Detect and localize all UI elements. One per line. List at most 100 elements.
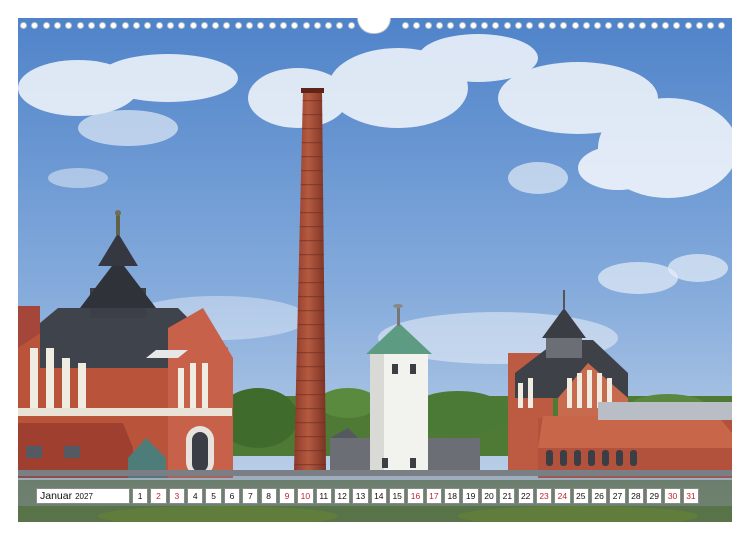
- day-cell: 5: [205, 488, 222, 504]
- binding-hole: [402, 22, 409, 29]
- binding-hole: [189, 22, 197, 29]
- binding-hole: [325, 22, 333, 29]
- binding-hole: [87, 22, 95, 29]
- binding-hole: [110, 22, 118, 29]
- binding-hole: [302, 22, 310, 29]
- day-cell: 15: [389, 488, 406, 504]
- binding-hole: [435, 22, 443, 29]
- day-cell: 23: [535, 488, 553, 504]
- calendar-strip: Januar 2027 1 2 3 4 5 6 7 8 9 10 11 12 13 14 15 16 17 18 1…: [36, 488, 701, 504]
- month-name: Januar: [40, 490, 73, 502]
- binding-hole: [695, 22, 703, 29]
- day-cell: 2: [150, 488, 167, 504]
- photo: [18, 18, 732, 522]
- day-cell: 12: [333, 488, 351, 504]
- binding-hole: [31, 22, 39, 29]
- binding-hole: [673, 22, 681, 29]
- binding-hole: [20, 22, 27, 29]
- day-cell: 4: [187, 488, 204, 504]
- day-cell: 27: [609, 488, 626, 504]
- binding-hole: [65, 22, 73, 29]
- day-cell: 6: [223, 488, 241, 504]
- binding-hole: [178, 22, 186, 29]
- day-cell: 26: [590, 488, 608, 504]
- day-cell: 1: [132, 488, 149, 504]
- binding-hole: [413, 22, 421, 29]
- day-cell: 16: [407, 488, 424, 504]
- binding-hole: [246, 22, 253, 29]
- day-cell: 21: [499, 488, 516, 504]
- month-year: 2027: [75, 491, 93, 501]
- binding-hole: [560, 22, 568, 29]
- binding-hole: [212, 22, 220, 29]
- binding-hole: [707, 22, 715, 29]
- binding-hole: [166, 22, 174, 29]
- binding-hole: [99, 22, 107, 29]
- day-cell: 17: [425, 488, 443, 504]
- binding-hole: [155, 22, 163, 29]
- photo-illustration: [18, 18, 732, 522]
- day-cell: 8: [260, 488, 277, 504]
- binding-hole: [200, 22, 208, 29]
- day-cell: 24: [554, 488, 571, 504]
- binding-hole: [257, 22, 265, 29]
- day-cell: 28: [627, 488, 644, 504]
- binding-hole: [605, 22, 613, 29]
- binding-hole: [469, 22, 477, 29]
- day-cell: 3: [168, 488, 186, 504]
- day-cell: 25: [572, 488, 589, 504]
- binding-hole: [42, 22, 50, 29]
- binding-hole: [336, 22, 344, 29]
- day-cell: 11: [315, 488, 332, 504]
- day-cell: 13: [352, 488, 369, 504]
- binding-hole: [313, 22, 321, 29]
- binding-hole: [447, 22, 455, 29]
- binding-hole: [628, 22, 635, 29]
- binding-hole: [616, 22, 624, 29]
- binding-hole: [537, 22, 545, 29]
- hanger-notch: [357, 18, 391, 34]
- day-cell: 22: [517, 488, 534, 504]
- binding-hole: [424, 22, 432, 29]
- binding-hole: [571, 22, 579, 29]
- binding-hole: [291, 22, 299, 29]
- day-cell: 29: [646, 488, 663, 504]
- day-cell: 30: [664, 488, 681, 504]
- day-cell: 18: [444, 488, 461, 504]
- binding-hole: [133, 22, 140, 29]
- calendar-page: Januar 2027 1 2 3 4 5 6 7 8 9 10 11 12 13 14 15 16 17 18 1…: [0, 0, 750, 540]
- binding-hole: [268, 22, 276, 29]
- wire-binding-icon: [18, 18, 732, 34]
- day-cells: 1 2 3 4 5 6 7 8 9 10 11 12 13 14 15 16 17 18 19 20 21 22 23 24 2…: [132, 488, 701, 504]
- binding-hole: [144, 22, 152, 29]
- binding-hole: [279, 22, 287, 29]
- binding-hole: [121, 22, 129, 29]
- binding-hole: [639, 22, 647, 29]
- binding-hole: [582, 22, 590, 29]
- binding-hole: [526, 22, 534, 29]
- binding-hole: [594, 22, 602, 29]
- day-cell: 9: [278, 488, 296, 504]
- day-cell: 7: [242, 488, 259, 504]
- day-cell: 20: [480, 488, 498, 504]
- binding-hole: [503, 22, 511, 29]
- binding-hole: [661, 22, 669, 29]
- binding-hole: [515, 22, 522, 29]
- binding-hole: [347, 22, 355, 29]
- binding-hole: [458, 22, 466, 29]
- binding-hole: [684, 22, 692, 29]
- day-cell: 31: [682, 488, 700, 504]
- day-cell: 19: [462, 488, 479, 504]
- binding-hole: [53, 22, 61, 29]
- month-label-box: Januar 2027: [36, 488, 130, 504]
- day-cell: 14: [370, 488, 387, 504]
- binding-hole: [223, 22, 231, 29]
- binding-hole: [76, 22, 84, 29]
- binding-hole: [492, 22, 500, 29]
- binding-hole: [548, 22, 556, 29]
- binding-hole: [481, 22, 489, 29]
- day-cell: 10: [297, 488, 314, 504]
- binding-hole: [234, 22, 242, 29]
- binding-hole: [650, 22, 658, 29]
- binding-hole: [718, 22, 726, 29]
